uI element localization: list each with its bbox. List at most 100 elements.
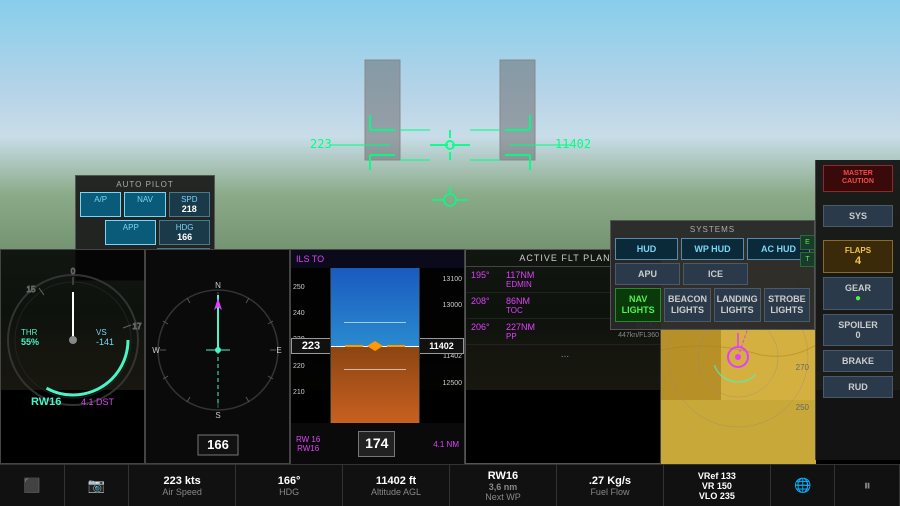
svg-text:0: 0: [71, 267, 76, 276]
flaps-value: 4: [826, 255, 890, 267]
svg-text:4.1 DST: 4.1 DST: [81, 397, 115, 407]
spd-button[interactable]: SPD 218: [169, 192, 210, 217]
master-caution-button[interactable]: MASTER CAUTION: [823, 165, 893, 192]
nav-button[interactable]: NAV: [124, 192, 165, 217]
right-panel: MASTER CAUTION SYS FLAPS 4 GEAR ● SPOILE…: [815, 160, 900, 460]
hsi-compass-svg: N E S W 166: [146, 250, 291, 465]
hdg-item: 166° HDG: [236, 465, 343, 506]
airspeed-label: Air Speed: [162, 487, 202, 497]
hsi-panel: N E S W 166: [145, 249, 290, 464]
svg-text:VS: VS: [96, 328, 107, 337]
svg-text:17: 17: [133, 322, 142, 331]
next-wp-dist: 3,6 nm: [489, 482, 518, 492]
vref-item: VRef 133 VR 150 VLO 235: [664, 465, 771, 506]
more-indicator: ...: [466, 345, 664, 364]
gear-indicator: ●: [826, 293, 890, 304]
camera-icon-item[interactable]: 📷: [65, 465, 130, 506]
svg-text:N: N: [215, 281, 221, 290]
svg-text:15: 15: [27, 285, 36, 294]
hdg-button[interactable]: HDG 166: [159, 220, 210, 245]
vref-value: VRef 133: [698, 471, 736, 481]
pause-icon: ⏸: [864, 477, 871, 494]
systems-panel: SYSTEMS HUD WP HUD AC HUD APU ICE NAV LI…: [610, 220, 815, 330]
altitude-label: Altitude AGL: [371, 487, 421, 497]
nav-lights-button[interactable]: NAV LIGHTS: [615, 288, 661, 322]
hud-button[interactable]: HUD: [615, 238, 678, 260]
wp-hud-button[interactable]: WP HUD: [681, 238, 744, 260]
gear-button[interactable]: GEAR ●: [823, 277, 893, 310]
strobe-lights-button[interactable]: STROBE LIGHTS: [764, 288, 810, 322]
flaps-button[interactable]: FLAPS 4: [823, 240, 893, 273]
hdg-display-value: 166°: [278, 475, 301, 487]
t-button[interactable]: T: [800, 252, 815, 267]
spoiler-button[interactable]: SPOILER 0: [823, 314, 893, 346]
systems-title: SYSTEMS: [615, 225, 810, 234]
course-1: 195°: [471, 270, 506, 280]
wp-2: 86NM: [506, 296, 546, 306]
svg-text:166: 166: [207, 437, 229, 452]
ice-button[interactable]: ICE: [683, 263, 748, 285]
gear-label: GEAR: [826, 283, 890, 293]
rw16-label: RW 16: [296, 435, 320, 444]
ap-button[interactable]: A/P: [80, 192, 121, 217]
altitude-value: 11402 ft: [376, 475, 416, 487]
screen-icon: ⬛: [23, 477, 40, 494]
wp-1: 117NM: [506, 270, 546, 280]
rud-button[interactable]: RUD: [823, 376, 893, 398]
svg-text:11402: 11402: [555, 137, 591, 151]
svg-text:223: 223: [310, 137, 332, 151]
aircraft-symbol: [345, 336, 405, 356]
fuel-value: .27 Kg/s: [589, 475, 631, 487]
pause-icon-item[interactable]: ⏸: [835, 465, 900, 506]
svg-text:E: E: [276, 346, 281, 355]
apu-button[interactable]: APU: [615, 263, 680, 285]
fuel-label: Fuel Flow: [590, 487, 629, 497]
spoiler-value: 0: [826, 330, 890, 340]
et-toggle: E T: [800, 235, 815, 267]
fuel-item: .27 Kg/s Fuel Flow: [557, 465, 664, 506]
flaps-label: FLAPS: [826, 246, 890, 255]
heading-display: 174: [365, 435, 388, 451]
app-button[interactable]: APP: [105, 220, 156, 245]
course-2: 208°: [471, 296, 506, 306]
svg-text:-141: -141: [96, 337, 114, 347]
bottom-bar: ⬛ 📷 223 kts Air Speed 166° HDG 11402 ft …: [0, 464, 900, 506]
wp-name-3: PP: [506, 332, 546, 341]
svg-text:250: 250: [796, 403, 810, 412]
globe-icon-item[interactable]: 🌐: [771, 465, 836, 506]
brake-button[interactable]: BRAKE: [823, 350, 893, 372]
e-button[interactable]: E: [800, 235, 815, 250]
autopilot-title: AUTO PILOT: [80, 180, 210, 189]
vlo-value: VLO 235: [699, 491, 735, 501]
speed-indicator-svg: 0 15 17 THR 55% VS -141: [1, 250, 146, 425]
ils-label: ILS TO: [296, 254, 324, 264]
next-wp-label: Next WP: [485, 492, 521, 502]
wp-name-1: EDMIN: [506, 280, 546, 289]
wp-3: 227NM: [506, 322, 546, 332]
airspeed-value: 223 kts: [163, 475, 200, 487]
rw16-label2: RW16: [296, 444, 320, 453]
altitude-current: 11402: [419, 338, 464, 354]
wp-name-2: TOC: [506, 306, 546, 315]
svg-text:THR: THR: [21, 328, 38, 337]
camera-icon: 📷: [88, 477, 105, 494]
adi-panel: ILS TO 250 240 230 220 210 223: [290, 249, 465, 464]
globe-icon: 🌐: [794, 477, 811, 494]
vr-value: VR 150: [702, 481, 732, 491]
speed-3: 447kn/FL360: [546, 332, 659, 339]
course-3: 206°: [471, 322, 506, 332]
svg-text:S: S: [215, 411, 220, 420]
dist-label: 4.1 NM: [433, 440, 459, 449]
sys-button[interactable]: SYS: [823, 205, 893, 227]
svg-text:W: W: [152, 346, 160, 355]
landing-lights-button[interactable]: LANDING LIGHTS: [714, 288, 761, 322]
svg-text:270: 270: [796, 363, 810, 372]
airspeed-item: 223 kts Air Speed: [129, 465, 236, 506]
speed-panel: 0 15 17 THR 55% VS -141: [0, 249, 145, 464]
next-wp-item: RW16 3,6 nm Next WP: [450, 465, 557, 506]
screen-icon-item[interactable]: ⬛: [0, 465, 65, 506]
spoiler-label: SPOILER: [826, 320, 890, 330]
altitude-item: 11402 ft Altitude AGL: [343, 465, 450, 506]
svg-text:RW16: RW16: [31, 396, 61, 408]
beacon-lights-button[interactable]: BEACON LIGHTS: [664, 288, 710, 322]
